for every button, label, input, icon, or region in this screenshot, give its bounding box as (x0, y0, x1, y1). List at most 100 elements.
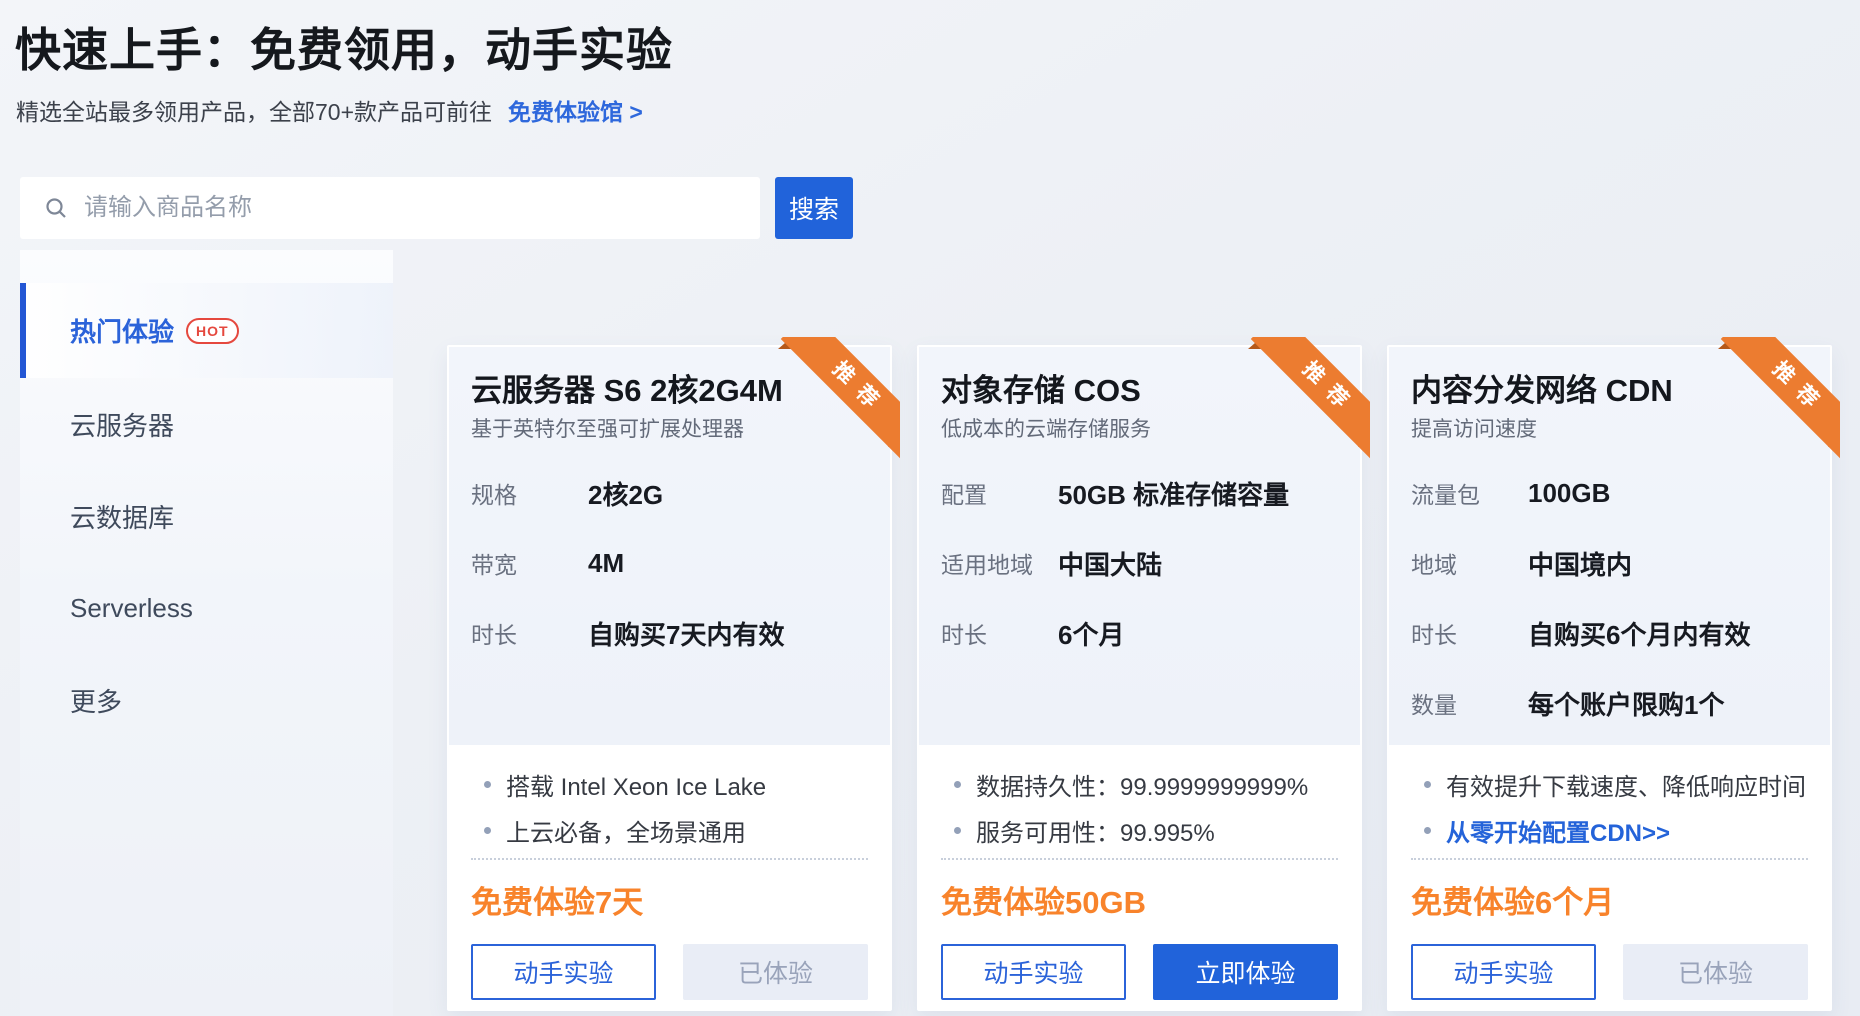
spec-label: 适用地域 (941, 546, 1058, 580)
spec-label: 规格 (471, 476, 588, 510)
page-subtitle-row: 精选全站最多领用产品，全部70+款产品可前往 免费体验馆 > (16, 93, 643, 127)
sidebar-item-hot-experience[interactable]: 热门体验 HOT (20, 283, 393, 378)
card-bottom-section: 有效提升下载速度、降低响应时间 从零开始配置CDN>> 免费体验6个月 动手实验… (1389, 745, 1830, 1007)
spec-table: 配置 50GB 标准存储容量 适用地域 中国大陆 时长 6个月 (941, 458, 1338, 668)
spec-value: 50GB 标准存储容量 (1058, 475, 1289, 512)
sidebar-item-label: 热门体验 (70, 312, 174, 349)
search-icon (44, 196, 68, 220)
card-top-section: 内容分发网络 CDN 提高访问速度 流量包 100GB 地域 中国境内 时长 自… (1389, 347, 1830, 745)
card-title: 云服务器 S6 2核2G4M (471, 373, 868, 409)
spec-value: 中国大陆 (1058, 545, 1162, 582)
search-button[interactable]: 搜索 (775, 177, 853, 239)
spec-row: 适用地域 中国大陆 (941, 528, 1338, 598)
feature-bullet: 上云必备，全场景通用 (471, 807, 868, 853)
spec-value: 4M (588, 548, 624, 579)
spec-table: 流量包 100GB 地域 中国境内 时长 自购买6个月内有效 数量 每个账户限购… (1411, 458, 1808, 738)
sidebar-item-label: 云数据库 (70, 498, 174, 535)
bullet-dot-icon (1424, 781, 1431, 788)
spec-row: 流量包 100GB (1411, 458, 1808, 528)
promo-text: 免费体验6个月 (1411, 883, 1808, 923)
spec-value: 6个月 (1058, 615, 1124, 652)
already-tried-button[interactable]: 已体验 (683, 944, 868, 1000)
product-card-cos: 推荐 对象存储 COS 低成本的云端存储服务 配置 50GB 标准存储容量 适用… (917, 345, 1362, 1011)
feature-bullet: 从零开始配置CDN>> (1411, 807, 1808, 853)
spec-row: 时长 自购买7天内有效 (471, 598, 868, 668)
hands-on-lab-button[interactable]: 动手实验 (941, 944, 1126, 1000)
category-sidebar: 热门体验 HOT 云服务器 云数据库 Serverless 更多 (20, 250, 393, 1016)
spec-label: 数量 (1411, 686, 1528, 720)
bullet-text: 服务可用性：99.995% (976, 813, 1215, 848)
sidebar-item-cloud-database[interactable]: 云数据库 (20, 470, 393, 562)
feature-bullet: 数据持久性：99.9999999999% (941, 761, 1338, 807)
card-title: 对象存储 COS (941, 373, 1338, 409)
bullet-text: 有效提升下载速度、降低响应时间 (1446, 767, 1806, 802)
dotted-divider (471, 858, 868, 860)
spec-table: 规格 2核2G 带宽 4M 时长 自购买7天内有效 (471, 458, 868, 668)
spec-row: 地域 中国境内 (1411, 528, 1808, 598)
spec-row: 带宽 4M (471, 528, 868, 598)
bullet-dot-icon (954, 781, 961, 788)
hot-badge: HOT (186, 318, 239, 344)
hands-on-lab-button[interactable]: 动手实验 (1411, 944, 1596, 1000)
spec-value: 100GB (1528, 478, 1610, 509)
card-subtitle: 提高访问速度 (1411, 418, 1808, 442)
page-subtitle: 精选全站最多领用产品，全部70+款产品可前往 (16, 93, 492, 127)
sidebar-item-serverless[interactable]: Serverless (20, 562, 393, 654)
spec-row: 数量 每个账户限购1个 (1411, 668, 1808, 738)
sidebar-item-cloud-server[interactable]: 云服务器 (20, 378, 393, 470)
spec-value: 自购买6个月内有效 (1528, 615, 1750, 652)
spec-value: 自购买7天内有效 (588, 615, 784, 652)
spec-label: 时长 (471, 616, 588, 650)
feature-bullet: 搭载 Intel Xeon Ice Lake (471, 761, 868, 807)
spec-row: 规格 2核2G (471, 458, 868, 528)
promo-text: 免费体验50GB (941, 883, 1338, 923)
feature-bullet: 有效提升下载速度、降低响应时间 (1411, 761, 1808, 807)
spec-value: 2核2G (588, 475, 663, 512)
spec-label: 带宽 (471, 546, 588, 580)
card-bottom-section: 搭载 Intel Xeon Ice Lake 上云必备，全场景通用 免费体验7天… (449, 745, 890, 1007)
bullet-text: 上云必备，全场景通用 (506, 813, 746, 848)
cdn-config-guide-link[interactable]: 从零开始配置CDN>> (1446, 813, 1670, 848)
product-card-cdn: 推荐 内容分发网络 CDN 提高访问速度 流量包 100GB 地域 中国境内 时… (1387, 345, 1832, 1011)
bullet-dot-icon (484, 827, 491, 834)
card-button-row: 动手实验 已体验 (471, 944, 868, 1000)
try-now-button[interactable]: 立即体验 (1153, 944, 1338, 1000)
sidebar-item-label: Serverless (70, 593, 193, 624)
spec-label: 时长 (1411, 616, 1528, 650)
sidebar-item-more[interactable]: 更多 (20, 654, 393, 746)
dotted-divider (941, 858, 1338, 860)
card-subtitle: 基于英特尔至强可扩展处理器 (471, 418, 868, 442)
sidebar-item-label: 更多 (70, 682, 122, 719)
bullet-text: 数据持久性：99.9999999999% (976, 767, 1308, 802)
page-title: 快速上手：免费领用，动手实验 (15, 14, 673, 80)
card-subtitle: 低成本的云端存储服务 (941, 418, 1338, 442)
spec-row: 时长 自购买6个月内有效 (1411, 598, 1808, 668)
already-tried-button[interactable]: 已体验 (1623, 944, 1808, 1000)
search-box (20, 177, 760, 239)
spec-value: 每个账户限购1个 (1528, 685, 1724, 722)
free-trial-hall-link[interactable]: 免费体验馆 > (508, 93, 643, 127)
sidebar-item-label: 云服务器 (70, 406, 174, 443)
hands-on-lab-button[interactable]: 动手实验 (471, 944, 656, 1000)
spec-row: 配置 50GB 标准存储容量 (941, 458, 1338, 528)
spec-row: 时长 6个月 (941, 598, 1338, 668)
spec-label: 配置 (941, 476, 1058, 510)
dotted-divider (1411, 858, 1808, 860)
feature-bullet: 服务可用性：99.995% (941, 807, 1338, 853)
promo-text: 免费体验7天 (471, 883, 868, 923)
bullet-dot-icon (1424, 827, 1431, 834)
bullet-text: 搭载 Intel Xeon Ice Lake (506, 767, 766, 802)
card-top-section: 云服务器 S6 2核2G4M 基于英特尔至强可扩展处理器 规格 2核2G 带宽 … (449, 347, 890, 745)
product-card-cvm: 推荐 云服务器 S6 2核2G4M 基于英特尔至强可扩展处理器 规格 2核2G … (447, 345, 892, 1011)
card-title: 内容分发网络 CDN (1411, 373, 1808, 409)
bullet-dot-icon (954, 827, 961, 834)
card-button-row: 动手实验 立即体验 (941, 944, 1338, 1000)
search-input[interactable] (82, 193, 760, 223)
card-button-row: 动手实验 已体验 (1411, 944, 1808, 1000)
card-top-section: 对象存储 COS 低成本的云端存储服务 配置 50GB 标准存储容量 适用地域 … (919, 347, 1360, 745)
spec-label: 地域 (1411, 546, 1528, 580)
spec-label: 时长 (941, 616, 1058, 650)
bullet-dot-icon (484, 781, 491, 788)
spec-value: 中国境内 (1528, 545, 1632, 582)
spec-label: 流量包 (1411, 476, 1528, 510)
